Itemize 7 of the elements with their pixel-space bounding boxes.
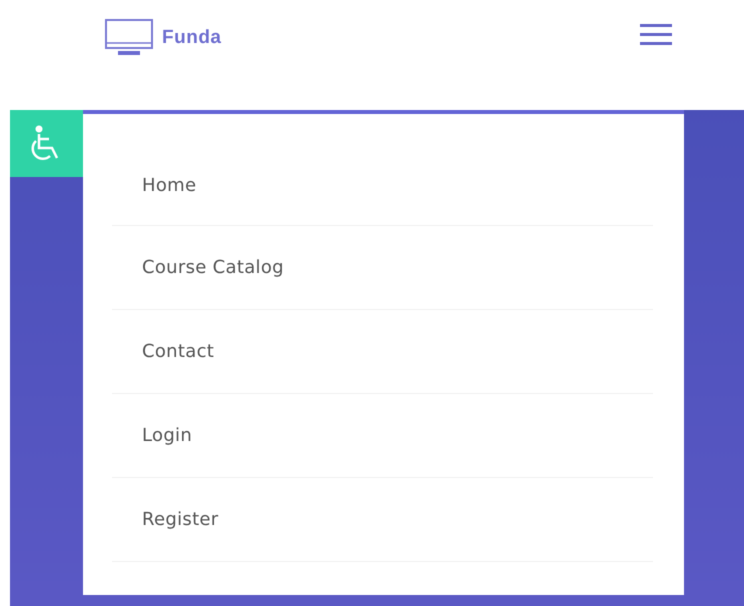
menu-item[interactable]: Course Catalog <box>112 226 653 310</box>
menu-item[interactable]: Register <box>112 478 653 562</box>
menu-item[interactable]: Login <box>112 394 653 478</box>
menu-item[interactable]: Home <box>112 144 653 226</box>
brand-name[interactable]: Funda <box>162 24 222 52</box>
menu-item[interactable]: Contact <box>112 310 653 394</box>
monitor-icon <box>104 18 154 58</box>
